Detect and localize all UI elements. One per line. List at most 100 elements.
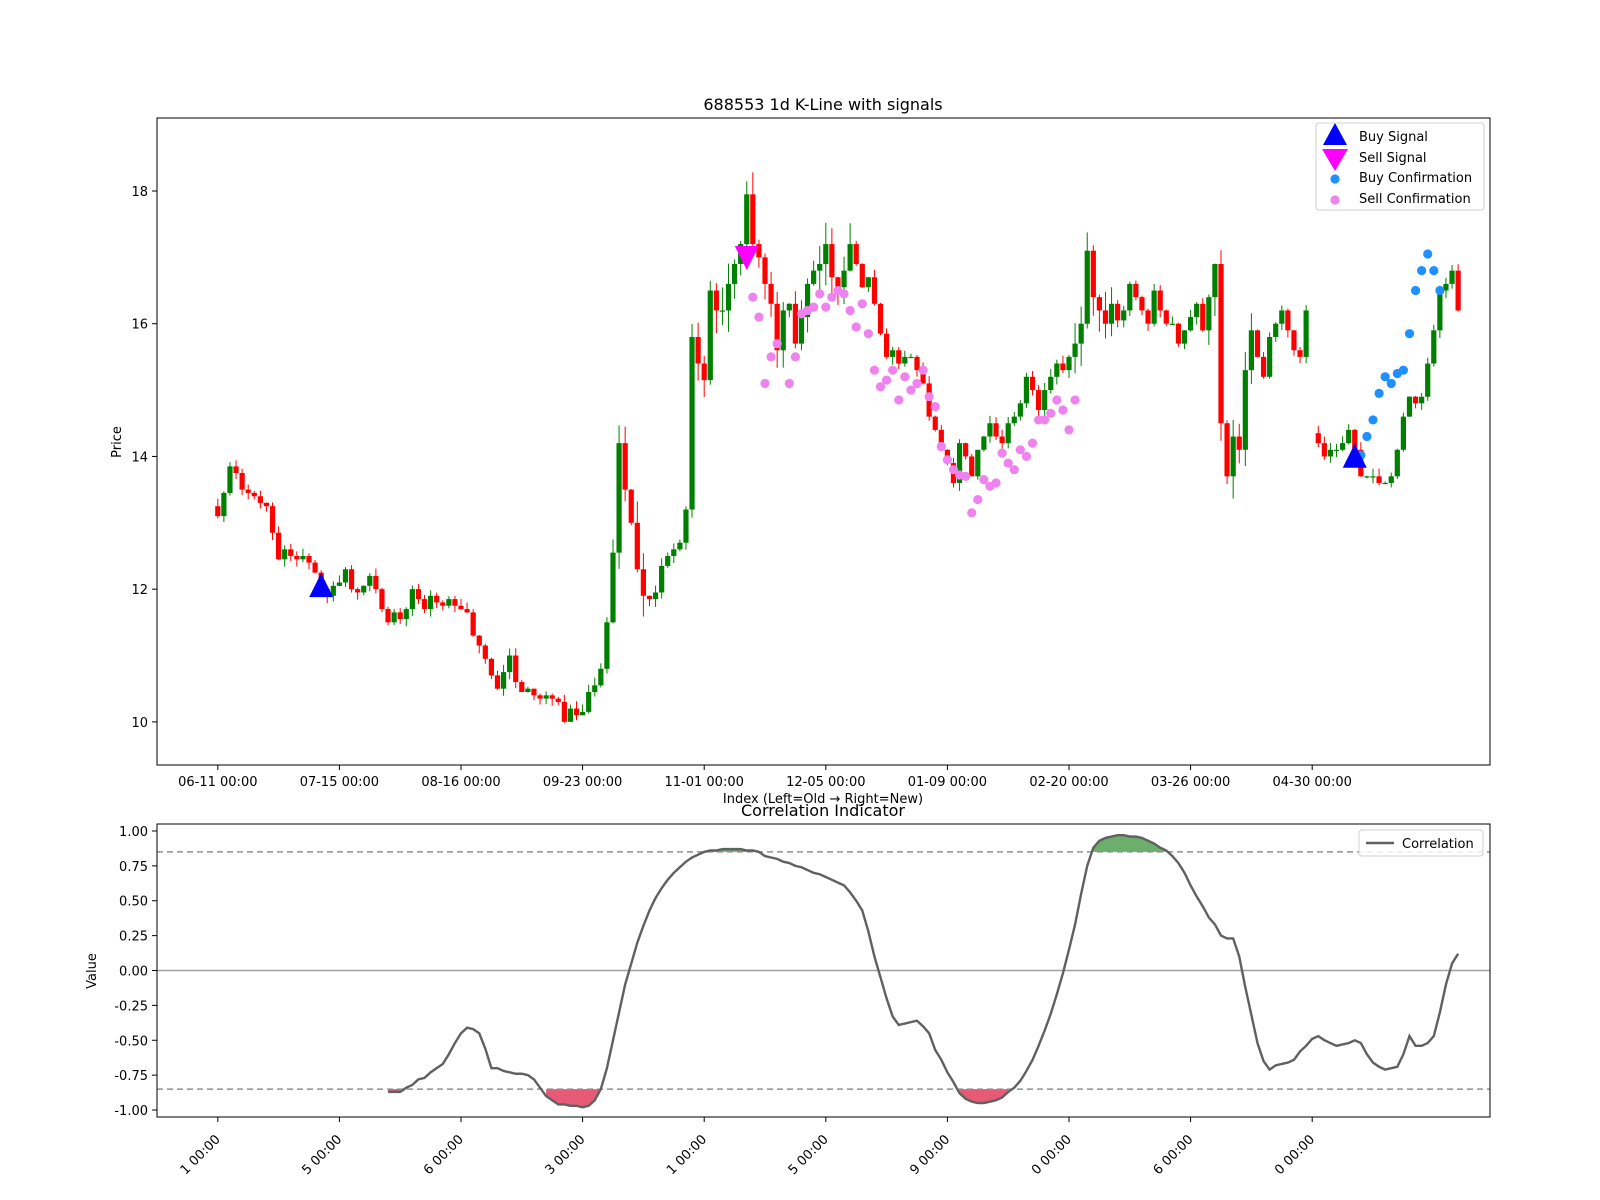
candle-body [908,356,914,359]
candle-body [336,582,342,586]
candle-body [367,575,373,586]
candle-body [476,635,482,646]
sell-confirmation-point [1064,425,1074,435]
candle-body [707,290,713,381]
correlation-x-tick-label: 5 00:00 [299,1132,345,1178]
candle-body [288,549,294,556]
buy-confirmation-point [1429,266,1439,276]
candle-body [871,277,878,304]
correlation-chart: Correlation Indicator 1.00 0.75 0.50 0.25 0.… [85,801,1491,1178]
sell-confirmation-point [991,478,1001,488]
candle-body [1200,303,1206,331]
candle-body [1029,376,1036,391]
legend-sell-confirmation-icon [1330,195,1340,205]
candle-body [221,492,227,517]
sell-confirmation-point [882,375,892,385]
price-x-tick-label: 08-16 00:00 [421,775,500,790]
price-chart: 688553 1d K-Line with signals 10 12 14 16 18… [110,95,1491,807]
candle-body [227,466,233,493]
candle-body [823,244,829,264]
candle-body [744,194,750,245]
candle-body [1273,323,1279,337]
price-legend: Buy Signal Sell Signal Buy Confirmation Sel… [1315,122,1485,211]
candle-body [811,270,817,284]
candle-body [355,589,361,593]
candle-body [1072,343,1078,357]
sell-confirmation-point [1070,395,1080,405]
candle-body [1054,363,1060,377]
candle-body [470,612,476,636]
candle-body [549,695,555,699]
candle-body [1455,270,1461,311]
correlation-x-tick-label: 6 00:00 [1151,1132,1197,1178]
sell-confirmation-point [900,372,910,382]
sell-confirmation-point [821,302,831,312]
candle-body [1260,356,1267,377]
candle-body [659,565,665,593]
candle-body [652,592,659,600]
candle-body [233,466,239,474]
candle-body [835,277,841,288]
candle-body [750,194,756,245]
candle-body [975,449,981,477]
price-x-tick-label: 03-26 00:00 [1151,775,1230,790]
candle-body [373,575,379,590]
sell-confirmation-point [1052,395,1062,405]
correlation-y-tick-label: 0.50 [119,895,148,910]
candle-body [525,688,531,693]
candle-body [385,609,391,623]
price-x-tick-label: 06-11 00:00 [178,775,257,790]
price-x-tick-label: 04-30 00:00 [1273,775,1352,790]
candle-body [719,310,726,312]
candle-body [963,443,969,457]
candle-body [999,436,1005,444]
candle-body [628,489,634,523]
candle-body [440,602,446,606]
candle-body [671,549,677,556]
buy-confirmation-point [1398,365,1408,375]
candle-body [1242,370,1248,450]
price-legend-label: Sell Signal [1359,151,1427,166]
buy-confirmation-point [1417,266,1427,276]
buy-confirmation-point [1368,415,1378,425]
candle-body [257,496,263,503]
candle-body [300,555,306,560]
candle-body [245,489,251,493]
candle-body [798,317,805,344]
correlation-x-tick-label: 9 00:00 [907,1132,953,1178]
candle-body [263,502,270,507]
correlation-y-tick-label: 1.00 [119,825,148,840]
candle-body [282,549,288,560]
correlation-y-tick-label: -0.75 [114,1069,148,1084]
price-y-tick-label: 18 [131,185,148,200]
candle-body [634,522,640,570]
candle-body [792,303,798,344]
buy-confirmation-point [1386,378,1396,389]
sell-confirmation-point [924,392,934,402]
candle-body [1151,290,1157,324]
sell-confirmation-point [766,352,776,362]
candle-body [379,589,385,610]
candle-body [987,423,993,437]
candle-body [1060,363,1066,371]
sell-confirmation-point [748,292,758,302]
sell-confirmation-point [973,494,983,505]
candle-body [1011,416,1017,424]
candle-body [306,555,312,563]
correlation-x-tick-label: 0 00:00 [1029,1132,1075,1178]
candle-body [446,599,452,606]
candle-body [981,436,987,450]
candle-body [452,599,458,606]
price-legend-label: Sell Confirmation [1359,192,1471,207]
correlation-fill-below [546,1089,601,1108]
candle-body [1291,330,1297,351]
correlation-y-tick-label: -0.25 [114,999,148,1014]
candle-body [1212,263,1218,298]
correlation-y-tick-label: -0.50 [114,1034,148,1049]
candle-body [428,595,434,610]
candlestick-series [215,172,1461,723]
correlation-y-tick-label: 0.75 [119,860,148,875]
candle-body [701,363,707,381]
price-y-tick-label: 16 [131,318,148,333]
candle-body [817,263,823,271]
